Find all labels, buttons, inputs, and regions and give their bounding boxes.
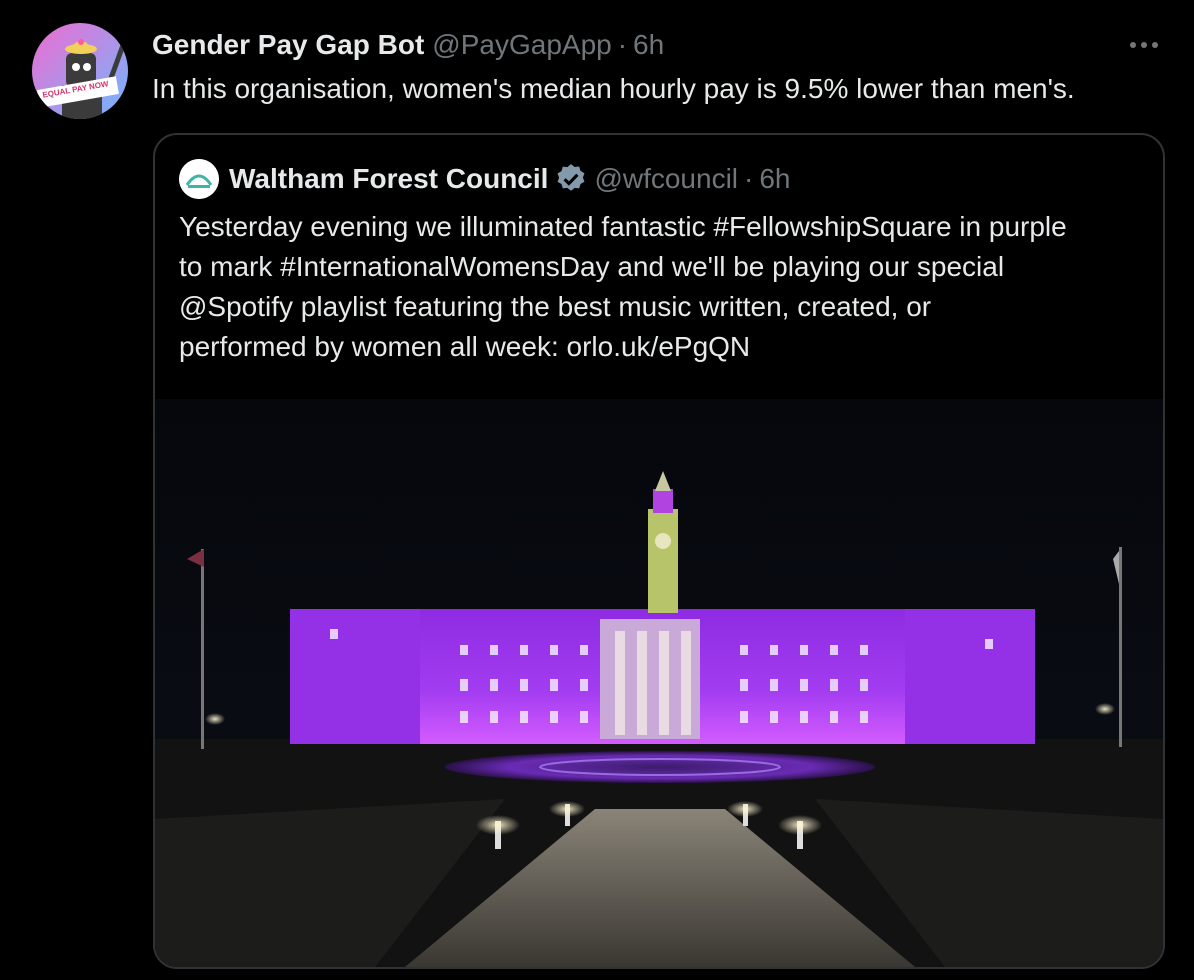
more-horizontal-icon — [1130, 42, 1158, 48]
quoted-text-line: to mark #InternationalWomensDay and we'l… — [179, 251, 1005, 282]
quoted-author-handle[interactable]: @wfcouncil — [594, 163, 738, 195]
quoted-separator-dot: · — [744, 163, 754, 194]
quoted-author-name[interactable]: Waltham Forest Council — [229, 163, 548, 195]
author-handle[interactable]: @PayGapApp — [432, 29, 611, 61]
more-options-button[interactable] — [1124, 28, 1164, 62]
quoted-tweet-photo[interactable] — [155, 399, 1163, 967]
tweet-text: In this organisation, women's median hou… — [152, 73, 1075, 104]
robot-avatar-icon — [32, 23, 128, 119]
quoted-tweet-timestamp[interactable]: 6h — [759, 163, 790, 195]
tweet-timestamp[interactable]: 6h — [633, 29, 664, 61]
quoted-text-line: performed by women all week: orlo.uk/ePg… — [179, 331, 751, 362]
verified-badge-icon — [557, 164, 585, 191]
separator-dot: · — [617, 29, 628, 60]
author-name[interactable]: Gender Pay Gap Bot — [152, 29, 424, 61]
tweet-header: Gender Pay Gap Bot @PayGapApp · 6h — [152, 28, 1174, 62]
quoted-author-avatar — [179, 159, 219, 199]
quoted-text-line: Yesterday evening we illuminated fantast… — [179, 211, 1067, 242]
quoted-tweet-header: Waltham Forest Council @wfcouncil · 6h — [179, 159, 791, 199]
quoted-text-line: @Spotify playlist featuring the best mus… — [179, 291, 932, 322]
author-avatar[interactable]: EQUAL PAY NOW — [32, 23, 128, 119]
council-logo-icon — [179, 159, 219, 199]
quoted-tweet-card[interactable]: Waltham Forest Council @wfcouncil · 6h Y… — [153, 133, 1165, 969]
quoted-tweet-text: Yesterday evening we illuminated fantast… — [179, 207, 1149, 367]
